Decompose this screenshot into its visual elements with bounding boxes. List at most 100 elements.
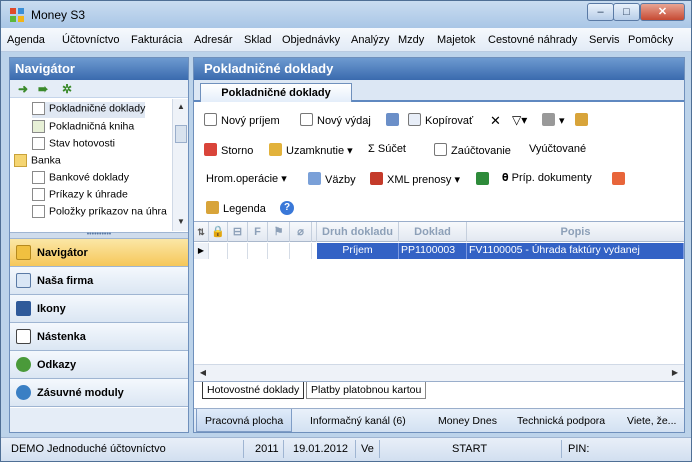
menu-adresar[interactable]: Adresár <box>194 34 233 46</box>
tree-item-prikazy-k-uhrade[interactable]: Príkazy k úhrade <box>32 188 128 204</box>
tab-hotovostne-doklady[interactable]: Hotovostné doklady <box>202 382 305 399</box>
storno-column-icon[interactable]: ⊟ <box>228 222 248 242</box>
double-arrow-right-icon[interactable]: ➠ <box>38 82 48 96</box>
bulk-operations-button[interactable]: Hrom.operácie ▾ <box>206 172 287 185</box>
globe-icon <box>16 357 31 372</box>
nav-button-odkazy[interactable]: Odkazy <box>10 351 188 379</box>
lock-button[interactable]: Uzamknutie ▾ <box>269 143 353 157</box>
tab-platby-platobnou-kartou[interactable]: Platby platobnou kartou <box>306 382 427 399</box>
copy-button[interactable]: Kopírovať <box>408 113 473 127</box>
menu-majetok[interactable]: Majetok <box>437 34 476 46</box>
delete-icon[interactable]: ✕ <box>490 113 501 129</box>
cell-popis[interactable]: FV1100005 - Úhrada faktúry vydanej <box>467 243 684 259</box>
tree-item-bankove-doklady[interactable]: Bankové doklady <box>32 171 129 187</box>
lock-column-icon[interactable]: 🔒 <box>209 222 228 242</box>
links-button[interactable]: Väzby <box>308 172 356 186</box>
print-icon[interactable]: ▾ <box>542 113 565 127</box>
column-doklad[interactable]: Doklad <box>399 222 467 242</box>
tab-pracovna-plocha[interactable]: Pracovná plocha <box>196 409 293 432</box>
edit-icon[interactable] <box>386 113 403 127</box>
tab-pokladnicne-doklady[interactable]: Pokladničné doklady <box>200 83 352 102</box>
nav-button-navigator[interactable]: Navigátor <box>10 239 188 267</box>
tree-item-polozky-prikazov[interactable]: Položky príkazov na úhra <box>32 205 167 221</box>
new-income-button[interactable]: Nový príjem <box>204 113 280 127</box>
maximize-button[interactable]: □ <box>613 3 640 21</box>
navigator-toolbar: ➜ ➠ ✲ <box>10 80 188 98</box>
scroll-right-icon[interactable]: ▶ <box>668 366 682 380</box>
excel-icon[interactable] <box>476 172 493 186</box>
settled-button[interactable]: Vyúčtované <box>529 143 586 155</box>
tab-money-dnes[interactable]: Money Dnes <box>438 415 497 427</box>
links-icon <box>308 172 321 185</box>
pencil-icon <box>206 201 219 214</box>
navigator-footer <box>10 408 188 432</box>
xml-transfer-button[interactable]: XML prenosy ▾ <box>370 172 460 186</box>
scroll-up-icon[interactable]: ▲ <box>174 100 188 114</box>
status-divider <box>355 440 356 458</box>
column-druh-dokladu[interactable]: Druh dokladu <box>317 222 399 242</box>
paperclip-column-icon[interactable]: ⌀ <box>290 222 312 242</box>
attached-documents-button[interactable]: 𝛉 Príp. dokumenty <box>502 172 592 185</box>
nav-button-ikony[interactable]: Ikony <box>10 295 188 323</box>
tree-item-stav-hotovosti[interactable]: Stav hotovosti <box>32 137 115 153</box>
flag-column-icon[interactable]: ⚑ <box>268 222 290 242</box>
tab-informacny-kanal[interactable]: Informačný kanál (6) <box>310 415 406 427</box>
table-row[interactable]: ▶ Príjem PP1100003 FV1100005 - Úhrada fa… <box>194 243 684 259</box>
storno-icon <box>204 143 217 156</box>
workspace-bar: Pracovná plocha Informačný kanál (6) Mon… <box>194 408 684 432</box>
menu-fakturacia[interactable]: Fakturácia <box>131 34 182 46</box>
cell-doklad[interactable]: PP1100003 <box>399 243 467 259</box>
grid-hscrollbar[interactable]: ◀ ▶ <box>194 364 684 381</box>
filter-icon[interactable]: ▽▾ <box>512 113 527 127</box>
sum-button[interactable]: Σ Súčet <box>368 143 406 155</box>
menu-uctovnictvo[interactable]: Účtovníctvo <box>62 34 119 46</box>
legend-button[interactable]: Legenda <box>206 201 266 215</box>
menu-servis[interactable]: Servis <box>589 34 620 46</box>
status-divider <box>243 440 244 458</box>
sync-icon[interactable]: ✲ <box>62 82 72 96</box>
menu-pomocky[interactable]: Pomôcky <box>628 34 673 46</box>
cell-druh-dokladu[interactable]: Príjem <box>317 243 399 259</box>
minimize-button[interactable]: – <box>587 3 614 21</box>
shortcut-icon <box>16 301 31 316</box>
tree-scrollbar[interactable]: ▲ ▼ <box>172 99 188 231</box>
nav-button-zasuvne-moduly[interactable]: Zásuvné moduly <box>10 379 188 407</box>
menu-analyzy[interactable]: Analýzy <box>351 34 390 46</box>
status-divider <box>283 440 284 458</box>
scroll-thumb[interactable] <box>175 125 187 143</box>
row-cell-empty <box>228 243 248 259</box>
document-icon <box>32 188 45 201</box>
tree-item-pokladnicna-kniha[interactable]: Pokladničná kniha <box>32 120 134 136</box>
column-popis[interactable]: Popis <box>467 222 684 242</box>
warning-flag-icon[interactable] <box>612 172 629 186</box>
posting-button[interactable]: Zaúčtovanie <box>434 143 511 157</box>
tab-technicka-podpora[interactable]: Technická podpora <box>517 415 605 427</box>
close-button[interactable]: ✕ <box>640 3 685 21</box>
menu-cestovne-nahrady[interactable]: Cestovné náhrady <box>488 34 577 46</box>
scroll-left-icon[interactable]: ◀ <box>196 366 210 380</box>
menu-sklad[interactable]: Sklad <box>244 34 272 46</box>
nav-button-nastenka[interactable]: Nástenka <box>10 323 188 351</box>
status-bar: DEMO Jednoduché účtovníctvo 2011 19.01.2… <box>1 437 691 461</box>
scroll-down-icon[interactable]: ▼ <box>174 215 188 229</box>
toolbar-row-3: Hrom.operácie ▾ Väzby XML prenosy ▾ 𝛉 Pr… <box>194 165 684 193</box>
menu-mzdy[interactable]: Mzdy <box>398 34 424 46</box>
tree-item-banka[interactable]: Banka <box>14 154 61 170</box>
tab-viete-ze[interactable]: Viete, že... <box>627 415 676 427</box>
row-cell-empty <box>268 243 290 259</box>
new-document-icon <box>204 113 217 126</box>
storno-button[interactable]: Storno <box>204 143 253 157</box>
navigator-splitter[interactable]: •••••••••• <box>10 231 188 239</box>
status-start: START <box>452 443 488 455</box>
menu-agenda[interactable]: Agenda <box>7 34 45 46</box>
new-expense-button[interactable]: Nový výdaj <box>300 113 371 127</box>
menu-objednavky[interactable]: Objednávky <box>282 34 340 46</box>
brush-icon[interactable] <box>575 113 592 127</box>
status-company: DEMO Jednoduché účtovníctvo <box>11 443 166 455</box>
help-icon[interactable]: ? <box>280 201 294 215</box>
sort-icon[interactable]: ⇅ <box>194 222 209 242</box>
f-column-icon[interactable]: F <box>248 222 268 242</box>
arrow-right-icon[interactable]: ➜ <box>18 82 28 96</box>
nav-button-nasa-firma[interactable]: Naša firma <box>10 267 188 295</box>
tree-item-pokladnicne-doklady[interactable]: Pokladničné doklady <box>32 102 146 118</box>
